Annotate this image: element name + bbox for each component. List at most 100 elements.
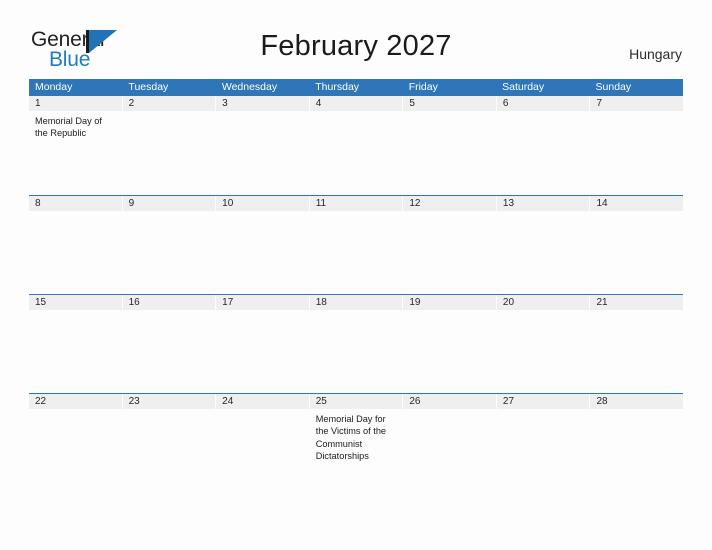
day-cell[interactable]: 8 [29, 196, 123, 294]
day-number: 11 [315, 198, 327, 209]
day-number-band: 18 [309, 295, 403, 310]
day-cell[interactable]: 14 [590, 196, 684, 294]
day-number-band: 5 [403, 96, 496, 111]
day-number: 6 [502, 98, 509, 109]
day-number-band: 6 [496, 96, 590, 111]
day-number: 10 [222, 198, 234, 209]
day-number-band: 22 [29, 394, 122, 409]
day-number: 27 [502, 396, 515, 407]
day-cell[interactable]: 16 [122, 295, 217, 393]
day-events [216, 409, 309, 413]
day-number-band: 27 [496, 394, 590, 409]
day-number-band: 2 [122, 96, 216, 111]
weekday-header-friday: Friday [408, 81, 438, 93]
day-cell[interactable]: 21 [590, 295, 684, 393]
day-events [590, 409, 683, 413]
day-number: 21 [596, 297, 608, 308]
day-cell[interactable]: 13 [496, 196, 591, 294]
weekday-header-saturday: Saturday [502, 81, 545, 93]
day-cell[interactable]: 26 [403, 394, 497, 492]
calendar-week-row: 1 Memorial Day of the Republic 2 3 4 5 6 [29, 96, 684, 195]
day-number-band: 8 [29, 196, 122, 211]
day-cell[interactable]: 18 [309, 295, 404, 393]
day-cell[interactable]: 25 Memorial Day for the Victims of the C… [309, 394, 404, 492]
day-events [29, 211, 122, 215]
day-events [29, 409, 122, 413]
day-cell[interactable]: 10 [216, 196, 310, 294]
day-cell[interactable]: 3 [216, 96, 310, 195]
day-number: 22 [35, 396, 47, 407]
day-cell[interactable]: 24 [216, 394, 310, 492]
calendar-week-row: 8 9 10 11 12 13 14 [29, 195, 684, 294]
day-number: 25 [315, 396, 327, 407]
day-events [310, 310, 403, 314]
day-number: 13 [502, 198, 515, 209]
day-number: 1 [35, 98, 41, 109]
day-number: 15 [35, 297, 47, 308]
day-events [310, 111, 403, 115]
day-cell[interactable]: 5 [403, 96, 497, 195]
weekday-header-thursday: Thursday [315, 81, 360, 93]
day-cell[interactable]: 19 [403, 295, 497, 393]
day-number: 4 [315, 98, 322, 109]
day-number: 7 [596, 98, 603, 109]
day-cell[interactable]: 7 [590, 96, 684, 195]
day-cell[interactable]: 12 [403, 196, 497, 294]
day-events [123, 310, 216, 314]
day-number: 23 [128, 396, 140, 407]
day-number-band: 19 [403, 295, 496, 310]
weekday-header-sunday: Sunday [595, 81, 632, 93]
day-number: 12 [409, 198, 421, 209]
day-cell[interactable]: 6 [496, 96, 591, 195]
day-number-band: 13 [496, 196, 590, 211]
day-events [123, 211, 216, 215]
day-cell[interactable]: 11 [309, 196, 404, 294]
day-number: 20 [502, 297, 515, 308]
day-number-band: 1 [29, 96, 122, 111]
holiday-label: Memorial Day for the Victims of the Comm… [315, 414, 387, 461]
day-cell[interactable]: 28 [590, 394, 684, 492]
day-number: 16 [128, 297, 140, 308]
country-label: Hungary [629, 46, 682, 62]
day-number: 2 [128, 98, 135, 109]
day-cell[interactable]: 20 [496, 295, 591, 393]
day-number-band: 23 [122, 394, 216, 409]
day-cell[interactable]: 1 Memorial Day of the Republic [29, 96, 123, 195]
day-number: 18 [315, 297, 327, 308]
page-title: February 2027 [260, 30, 452, 62]
day-number-band: 25 [309, 394, 403, 409]
day-number-band: 14 [590, 196, 684, 211]
day-cell[interactable]: 2 [122, 96, 217, 195]
day-number: 26 [409, 396, 421, 407]
day-cell[interactable]: 17 [216, 295, 310, 393]
day-cell[interactable]: 15 [29, 295, 123, 393]
day-number-band: 11 [309, 196, 403, 211]
day-cell[interactable]: 27 [496, 394, 591, 492]
day-number-band: 28 [590, 394, 684, 409]
day-events [310, 211, 403, 215]
day-number-band: 16 [122, 295, 216, 310]
day-number-band: 12 [403, 196, 496, 211]
day-cell[interactable]: 23 [122, 394, 217, 492]
weekday-header-monday: Monday [35, 81, 73, 93]
holiday-label: Memorial Day of the Republic [35, 116, 102, 139]
day-number: 5 [409, 98, 415, 109]
weekday-header-wednesday: Wednesday [221, 81, 278, 93]
day-number-band: 7 [590, 96, 684, 111]
day-cell[interactable]: 4 [309, 96, 404, 195]
day-number: 19 [409, 297, 421, 308]
day-events [123, 409, 216, 413]
day-number-band: 21 [590, 295, 684, 310]
day-events [590, 111, 683, 115]
calendar-week-row: 22 23 24 25 Memorial Day for the Victims… [29, 393, 684, 492]
day-events: Memorial Day of the Republic [29, 111, 122, 140]
weekday-header-tuesday: Tuesday [128, 81, 169, 93]
day-number-band: 26 [403, 394, 496, 409]
day-number: 24 [222, 396, 234, 407]
day-number-band: 24 [216, 394, 309, 409]
day-events [216, 211, 309, 215]
day-cell[interactable]: 9 [122, 196, 217, 294]
day-number: 3 [222, 98, 228, 109]
day-events [403, 211, 496, 215]
day-cell[interactable]: 22 [29, 394, 123, 492]
